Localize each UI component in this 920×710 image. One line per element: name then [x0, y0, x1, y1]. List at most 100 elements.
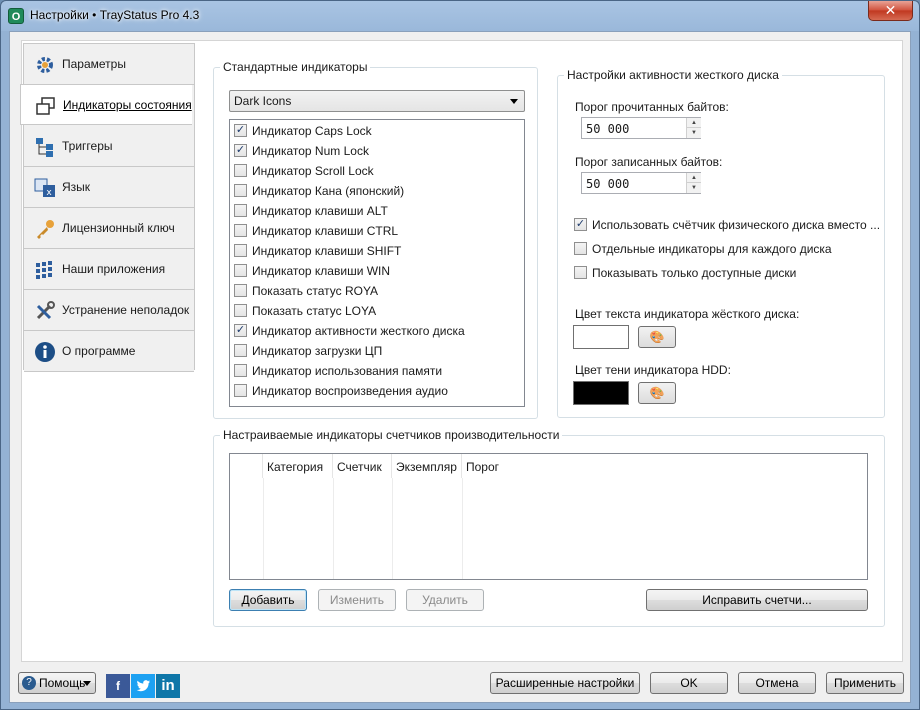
table-header-instance[interactable]: Экземпляр	[392, 454, 462, 478]
write-threshold-value: 50 000	[586, 177, 630, 191]
checkbox[interactable]	[234, 164, 247, 177]
standard-indicators-title: Стандартные индикаторы	[220, 60, 371, 74]
checkbox[interactable]	[234, 244, 247, 257]
table-header-threshold[interactable]: Порог	[462, 454, 867, 478]
table-header-counter[interactable]: Счетчик	[333, 454, 392, 478]
checkbox-label: Индикатор активности жесткого диска	[252, 324, 465, 338]
checkbox-label: Индикатор клавиши SHIFT	[252, 244, 402, 258]
help-button[interactable]: ? Помощь	[18, 672, 96, 694]
linkedin-icon[interactable]: in	[156, 674, 180, 698]
sidebar-item[interactable]: Параметры	[24, 44, 194, 85]
checkbox[interactable]	[234, 344, 247, 357]
checkbox[interactable]: ✓	[234, 144, 247, 157]
advanced-settings-button[interactable]: Расширенные настройки	[490, 672, 640, 694]
checkbox-label: Показать статус LOYA	[252, 304, 377, 318]
checkbox[interactable]	[234, 284, 247, 297]
spin-down-icon[interactable]: ▼	[687, 183, 701, 193]
sidebar-item-label: Устранение неполадок	[62, 303, 190, 317]
chevron-down-icon	[83, 681, 91, 686]
key-icon	[34, 218, 56, 240]
add-counter-button[interactable]: Добавить	[229, 589, 307, 611]
apply-button[interactable]: Применить	[826, 672, 904, 694]
checkbox-label: Индикатор Scroll Lock	[252, 164, 374, 178]
checkbox-label: Индикатор использования памяти	[252, 364, 443, 378]
sidebar-item[interactable]: Устранение неполадок	[24, 290, 194, 331]
checkbox-label: Индикатор воспроизведения аудио	[252, 384, 448, 398]
spin-down-icon[interactable]: ▼	[687, 128, 701, 138]
app-icon: O	[8, 8, 24, 24]
standard-indicators-group: Стандартные индикаторы Dark Icons ✓ Индик…	[213, 60, 538, 419]
title-bar[interactable]: O Настройки • TrayStatus Pro 4.3 ✕	[1, 1, 919, 31]
checkbox[interactable]: ✓	[574, 218, 587, 231]
ok-button[interactable]: OK	[650, 672, 728, 694]
sidebar-item[interactable]: О программе	[24, 331, 194, 372]
apps-icon	[34, 259, 56, 281]
text-color-label: Цвет текста индикатора жёсткого диска:	[575, 307, 800, 321]
close-icon: ✕	[884, 2, 897, 18]
sidebar-item-label: Параметры	[62, 57, 126, 71]
close-button[interactable]: ✕	[868, 1, 913, 21]
checkbox-label: Индикатор Caps Lock	[252, 124, 372, 138]
shadow-color-picker-button[interactable]: 🎨	[638, 382, 676, 404]
text-color-picker-button[interactable]: 🎨	[638, 326, 676, 348]
checkbox-label: Индикатор загрузки ЦП	[252, 344, 383, 358]
delete-counter-button[interactable]: Удалить	[406, 589, 484, 611]
edit-counter-button[interactable]: Изменить	[318, 589, 396, 611]
checkbox[interactable]	[234, 264, 247, 277]
sidebar: Параметры Индикаторы состояния Триггеры x Яз…	[20, 43, 195, 372]
checkbox[interactable]	[234, 204, 247, 217]
shadow-color-swatch[interactable]	[573, 381, 629, 405]
sidebar-item-label: О программе	[62, 344, 136, 358]
checkbox-label: Использовать счётчик физического диска в…	[592, 218, 881, 232]
table-header-blank	[230, 454, 263, 478]
svg-text:x: x	[46, 188, 52, 198]
spin-up-icon[interactable]: ▲	[687, 173, 701, 183]
checkbox[interactable]	[574, 266, 587, 279]
checkbox-label: Показать статус ROYA	[252, 284, 379, 298]
window-title: Настройки • TrayStatus Pro 4.3	[30, 8, 200, 22]
perf-counters-title: Настраиваемые индикаторы счетчиков произ…	[220, 428, 563, 442]
sidebar-item[interactable]: x Язык	[24, 167, 194, 208]
indicator-checklist[interactable]: ✓ Индикатор Caps Lock ✓ Индикатор Num Lock И…	[229, 119, 525, 407]
checkbox[interactable]	[234, 364, 247, 377]
checkbox-label: Индикатор Num Lock	[252, 144, 369, 158]
shadow-color-label: Цвет тени индикатора HDD:	[575, 363, 731, 377]
write-threshold-stepper[interactable]: 50 000 ▲ ▼	[581, 172, 701, 194]
sidebar-item[interactable]: Наши приложения	[24, 249, 194, 290]
sidebar-item[interactable]: Лицензионный ключ	[24, 208, 194, 249]
spin-up-icon[interactable]: ▲	[687, 118, 701, 128]
perf-counters-table[interactable]: Категория Счетчик Экземпляр Порог	[229, 453, 868, 580]
checkbox[interactable]	[234, 224, 247, 237]
read-threshold-stepper[interactable]: 50 000 ▲ ▼	[581, 117, 701, 139]
indicator-style-select[interactable]: Dark Icons	[229, 90, 525, 112]
table-header-category[interactable]: Категория	[263, 454, 333, 478]
fix-counters-button[interactable]: Исправить счетчи...	[646, 589, 868, 611]
client-area: Стандартные индикаторы Dark Icons ✓ Индик…	[9, 31, 911, 703]
language-icon: x	[34, 177, 56, 199]
checkbox[interactable]	[574, 242, 587, 255]
twitter-icon[interactable]	[131, 674, 155, 698]
tools-icon	[34, 300, 56, 322]
cancel-button[interactable]: Отмена	[738, 672, 816, 694]
checkbox[interactable]	[234, 384, 247, 397]
checkbox[interactable]	[234, 304, 247, 317]
checkbox[interactable]: ✓	[234, 324, 247, 337]
checkbox[interactable]: ✓	[234, 124, 247, 137]
sidebar-item-label: Триггеры	[62, 139, 113, 153]
help-icon: ?	[22, 676, 36, 690]
tree-icon	[34, 136, 56, 158]
facebook-icon[interactable]: f	[106, 674, 130, 698]
sidebar-item[interactable]: Индикаторы состояния	[20, 84, 192, 125]
sidebar-item[interactable]: Триггеры	[24, 126, 194, 167]
gear-icon	[34, 54, 56, 76]
hdd-settings-title: Настройки активности жесткого диска	[564, 68, 782, 82]
sidebar-item-label: Наши приложения	[62, 262, 166, 276]
palette-icon: 🎨	[649, 386, 665, 400]
settings-window: O Настройки • TrayStatus Pro 4.3 ✕ Станд…	[0, 0, 920, 710]
checkbox[interactable]	[234, 184, 247, 197]
info-icon	[34, 341, 56, 363]
indicator-style-value: Dark Icons	[234, 94, 292, 108]
checkbox-label: Отдельные индикаторы для каждого диска	[592, 242, 832, 256]
checkbox-label: Индикатор клавиши ALT	[252, 204, 388, 218]
text-color-swatch[interactable]	[573, 325, 629, 349]
